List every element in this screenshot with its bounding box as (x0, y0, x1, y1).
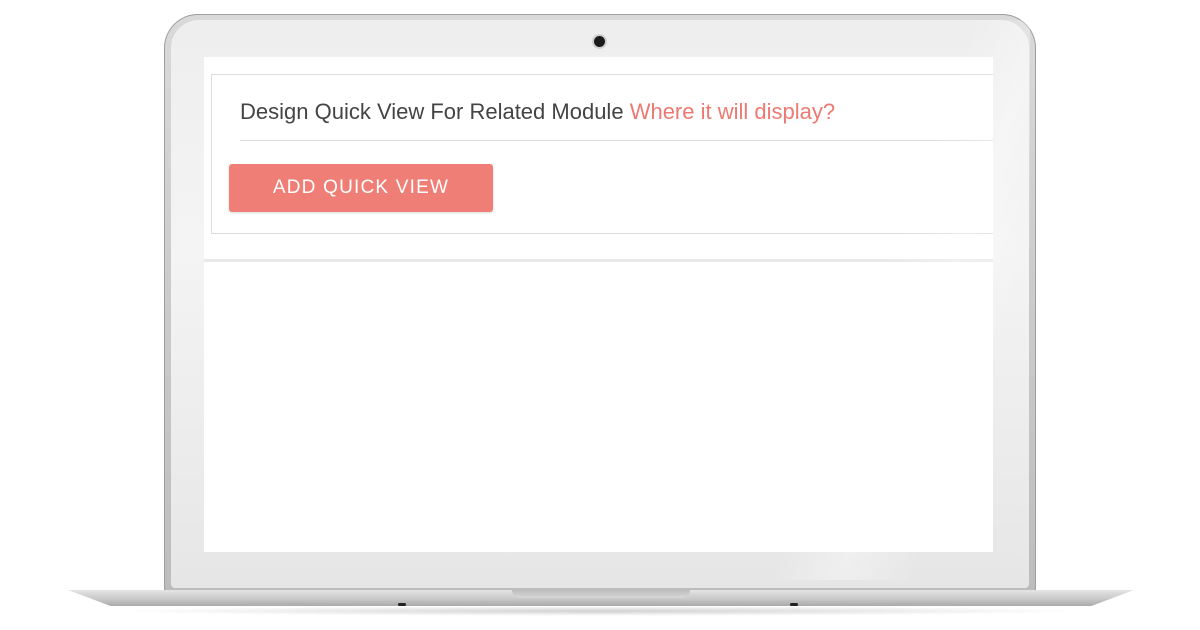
laptop-hinge-notch (512, 590, 690, 598)
laptop-shadow (110, 606, 1090, 616)
where-it-will-display-link[interactable]: Where it will display? (630, 99, 835, 124)
quick-view-section: Design Quick View For Related Module Whe… (204, 57, 993, 262)
panel-heading: Design Quick View For Related Module Whe… (240, 99, 993, 125)
quick-view-panel: Design Quick View For Related Module Whe… (211, 74, 993, 234)
laptop-foot-right (790, 603, 798, 606)
laptop-screen: Design Quick View For Related Module Whe… (204, 57, 993, 552)
add-quick-view-button[interactable]: ADD QUICK VIEW (229, 164, 493, 212)
camera-icon (594, 36, 605, 47)
divider (240, 140, 993, 141)
laptop-foot-left (398, 603, 406, 606)
panel-title: Design Quick View For Related Module (240, 99, 624, 124)
